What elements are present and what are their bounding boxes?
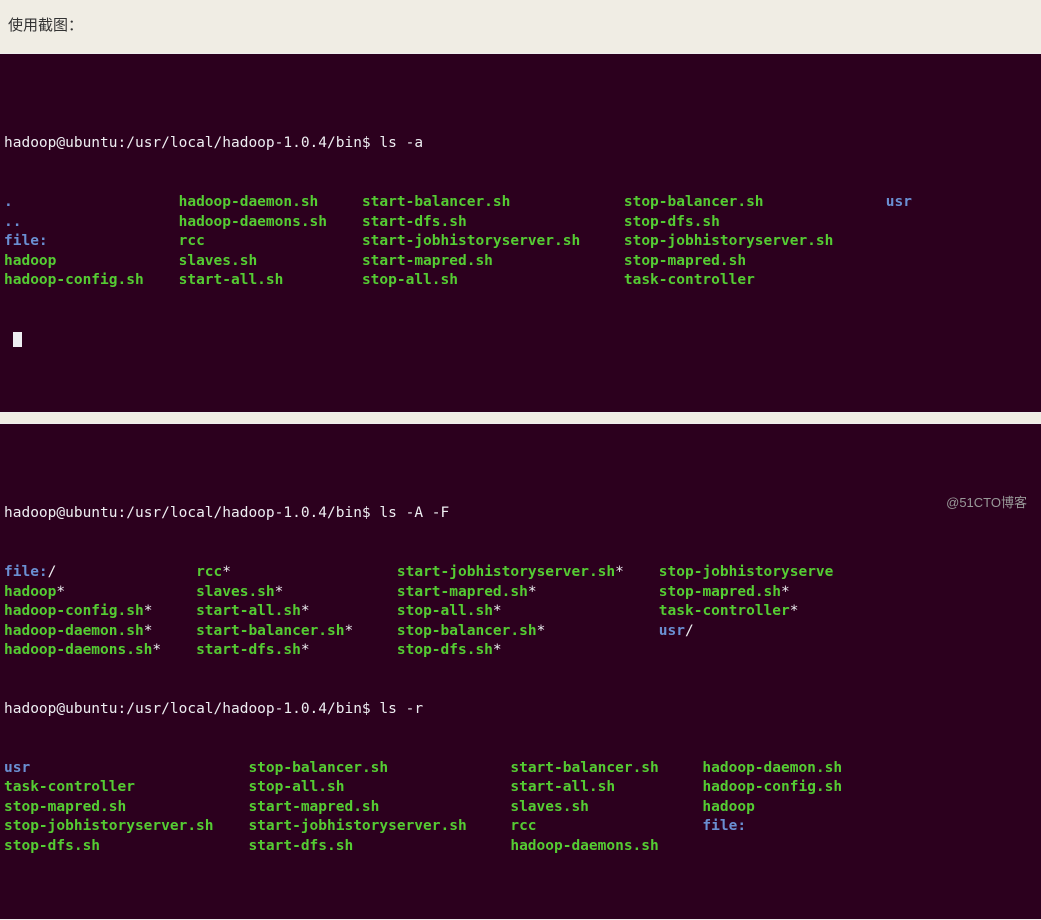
file-entry: hadoop xyxy=(4,584,56,600)
file-entry: start-balancer.sh xyxy=(510,760,658,776)
file-entry: start-dfs.sh xyxy=(362,214,467,230)
file-entry: hadoop-daemon.sh xyxy=(702,760,842,776)
terminal-2[interactable]: hadoop@ubuntu:/usr/local/hadoop-1.0.4/bi… xyxy=(0,423,1041,920)
file-entry: start-balancer.sh xyxy=(196,623,344,639)
ls-r-output: usr stop-balancer.sh start-balancer.sh h… xyxy=(4,759,1037,857)
file-entry: rcc xyxy=(510,818,536,834)
file-entry: slaves.sh xyxy=(179,253,258,269)
file-entry: start-all.sh xyxy=(179,272,284,288)
terminal-1[interactable]: hadoop@ubuntu:/usr/local/hadoop-1.0.4/bi… xyxy=(0,53,1041,413)
cursor-icon xyxy=(13,332,22,347)
watermark-text: @51CTO博客 xyxy=(946,492,1027,511)
file-entry: stop-dfs.sh xyxy=(624,214,720,230)
file-entry: rcc xyxy=(196,564,222,580)
caption-text: 使用截图： xyxy=(0,0,1041,53)
file-entry: .. xyxy=(4,214,21,230)
file-entry: slaves.sh xyxy=(510,799,589,815)
file-entry: start-all.sh xyxy=(510,779,615,795)
ls-a-output: . hadoop-daemon.sh start-balancer.sh sto… xyxy=(4,193,1037,291)
file-entry: hadoop-daemon.sh xyxy=(179,194,319,210)
file-entry: task-controller xyxy=(624,272,755,288)
file-entry: usr xyxy=(659,623,685,639)
file-entry: hadoop-daemons.sh xyxy=(179,214,327,230)
file-entry: stop-mapred.sh xyxy=(659,584,781,600)
file-entry: file: xyxy=(702,818,746,834)
file-entry: file: xyxy=(4,564,48,580)
prompt-line-idle xyxy=(4,330,1037,350)
file-entry: hadoop-daemons.sh xyxy=(510,838,658,854)
file-entry: start-balancer.sh xyxy=(362,194,510,210)
file-entry: task-controller xyxy=(4,779,135,795)
file-entry: hadoop-daemon.sh xyxy=(4,623,144,639)
file-entry: stop-balancer.sh xyxy=(624,194,764,210)
file-entry: stop-all.sh xyxy=(362,272,458,288)
file-entry: . xyxy=(4,194,13,210)
file-entry: hadoop-daemons.sh xyxy=(4,642,152,658)
file-entry: stop-all.sh xyxy=(397,603,493,619)
file-entry: hadoop xyxy=(702,799,754,815)
file-entry: stop-balancer.sh xyxy=(248,760,388,776)
file-entry: stop-mapred.sh xyxy=(624,253,746,269)
file-entry: hadoop xyxy=(4,253,56,269)
file-entry: start-dfs.sh xyxy=(196,642,301,658)
file-entry: stop-dfs.sh xyxy=(397,642,493,658)
file-entry: slaves.sh xyxy=(196,584,275,600)
file-entry: file: xyxy=(4,233,48,249)
file-entry: rcc xyxy=(179,233,205,249)
file-entry: stop-dfs.sh xyxy=(4,838,100,854)
file-entry: start-jobhistoryserver.sh xyxy=(248,818,466,834)
file-entry: stop-jobhistoryserver.sh xyxy=(624,233,834,249)
file-entry: stop-balancer.sh xyxy=(397,623,537,639)
file-entry: usr xyxy=(886,194,912,210)
file-entry: start-jobhistoryserver.sh xyxy=(362,233,580,249)
file-entry: start-mapred.sh xyxy=(397,584,528,600)
file-entry: start-dfs.sh xyxy=(248,838,353,854)
ls-af-output: file:/ rcc* start-jobhistoryserver.sh* s… xyxy=(4,563,1037,661)
file-entry: hadoop-config.sh xyxy=(4,272,144,288)
file-entry: start-mapred.sh xyxy=(362,253,493,269)
file-entry: task-controller xyxy=(659,603,790,619)
file-entry: hadoop-config.sh xyxy=(4,603,144,619)
file-entry: start-mapred.sh xyxy=(248,799,379,815)
file-entry: start-all.sh xyxy=(196,603,301,619)
file-entry: usr xyxy=(4,760,30,776)
file-entry: stop-all.sh xyxy=(248,779,344,795)
prompt-line-3: hadoop@ubuntu:/usr/local/hadoop-1.0.4/bi… xyxy=(4,700,1037,720)
file-entry: stop-jobhistoryserver.sh xyxy=(4,818,214,834)
file-entry: stop-jobhistoryserve xyxy=(659,564,834,580)
file-entry: stop-mapred.sh xyxy=(4,799,126,815)
file-entry: start-jobhistoryserver.sh xyxy=(397,564,615,580)
prompt-line-1: hadoop@ubuntu:/usr/local/hadoop-1.0.4/bi… xyxy=(4,134,1037,154)
prompt-line-2: hadoop@ubuntu:/usr/local/hadoop-1.0.4/bi… xyxy=(4,504,1037,524)
file-entry: hadoop-config.sh xyxy=(702,779,842,795)
